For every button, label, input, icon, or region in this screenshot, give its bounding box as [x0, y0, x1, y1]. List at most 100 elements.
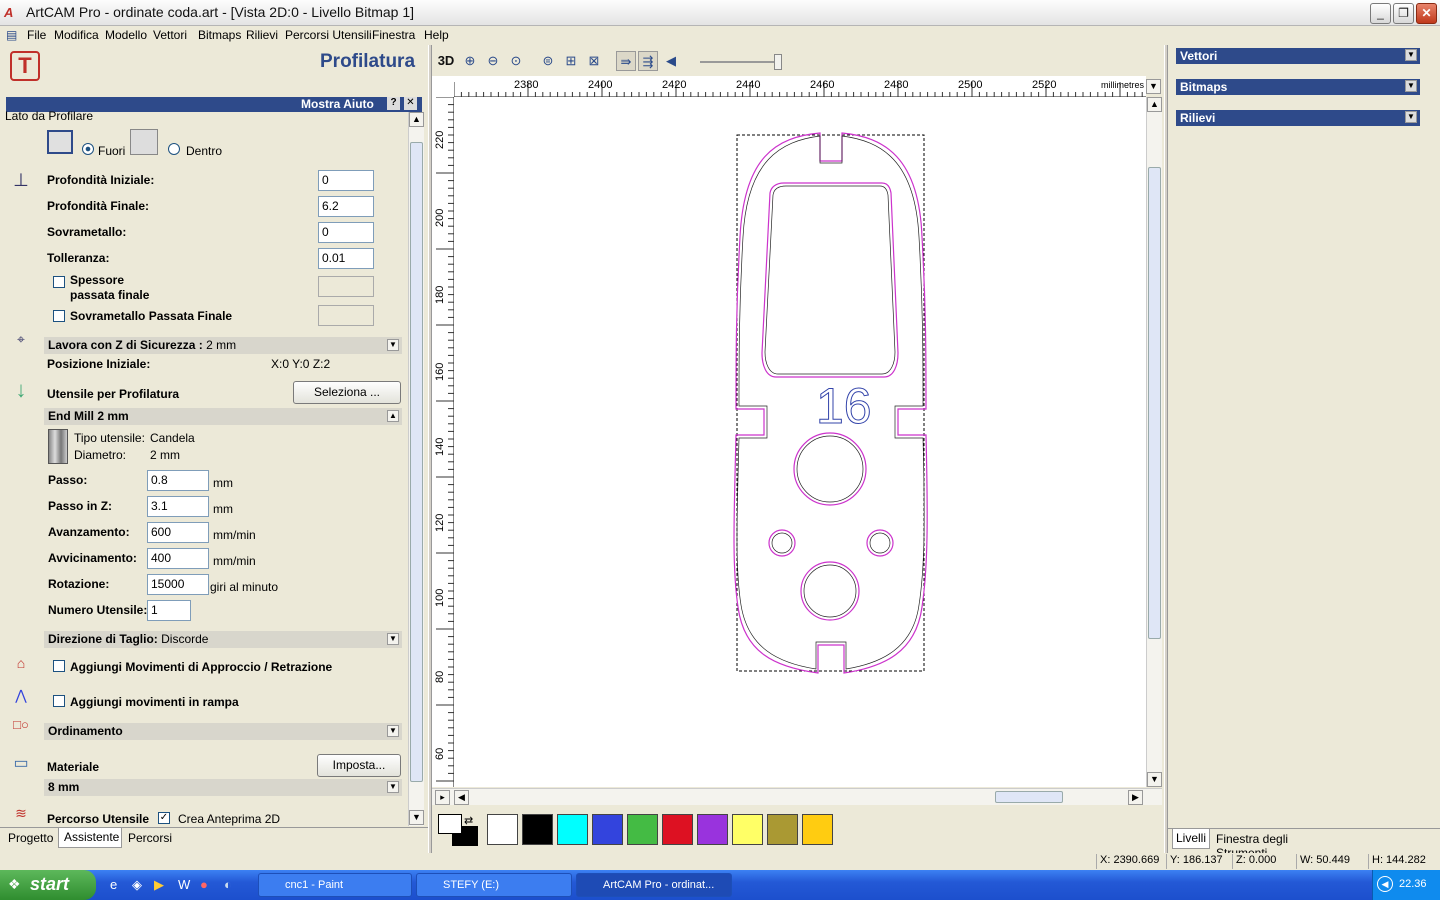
close-help-icon[interactable]: ✕	[404, 97, 417, 110]
scroll-up-icon[interactable]: ▲	[409, 112, 424, 127]
vectors-panel-header[interactable]: Vettori ▼	[1176, 48, 1420, 64]
foreground-color-swatch[interactable]	[438, 814, 462, 834]
bitmaps-panel-header[interactable]: Bitmaps ▼	[1176, 79, 1420, 95]
plunge-input[interactable]: 400	[147, 548, 209, 569]
app-icon-red[interactable]: ●	[200, 877, 208, 892]
color-swatch[interactable]	[592, 814, 623, 845]
final-pass-checkbox[interactable]	[53, 276, 65, 288]
color-swatch[interactable]	[662, 814, 693, 845]
help-label[interactable]: Mostra Aiuto	[301, 97, 374, 111]
chevron-down-icon[interactable]: ▼	[387, 633, 399, 645]
ramp-checkbox[interactable]	[53, 695, 65, 707]
allowance-input[interactable]: 0	[318, 222, 374, 243]
nav-start-icon[interactable]: ▸	[435, 790, 450, 805]
scroll-up-icon[interactable]: ▲	[1147, 97, 1162, 112]
zoom-slider-thumb[interactable]	[774, 54, 782, 70]
select-tool-button[interactable]: Seleziona ...	[293, 381, 401, 404]
color-swatch[interactable]	[627, 814, 658, 845]
taskbar-paint[interactable]: cnc1 - Paint	[258, 873, 412, 897]
zoom-out-icon[interactable]: ⊖	[483, 51, 503, 71]
drawing-canvas[interactable]: 16	[454, 97, 1146, 787]
tab-livelli[interactable]: Livelli	[1172, 829, 1210, 849]
zoom-in-icon[interactable]: ⊕	[460, 51, 480, 71]
menu-help[interactable]: Help	[424, 28, 449, 42]
color-swatch[interactable]	[767, 814, 798, 845]
ie-icon[interactable]: e	[110, 877, 117, 892]
menu-vettori[interactable]: Vettori	[153, 28, 187, 42]
restore-button[interactable]: ❐	[1393, 3, 1414, 24]
toolnum-input[interactable]: 1	[147, 600, 191, 621]
safe-z-section[interactable]: Lavora con Z di Sicurezza : 2 mm ▼	[44, 337, 402, 354]
media-player-icon[interactable]: ▶	[154, 877, 164, 893]
color-swatch[interactable]	[732, 814, 763, 845]
tab-assistente[interactable]: Assistente	[58, 828, 122, 848]
color-swatch[interactable]	[802, 814, 833, 845]
canvas-vertical-scrollbar[interactable]: ▲ ▼	[1146, 97, 1162, 787]
lead-in-checkbox[interactable]	[53, 660, 65, 672]
zoom-all-icon[interactable]: ⊠	[584, 51, 604, 71]
app-icon-blue[interactable]: ◐	[224, 877, 232, 892]
reliefs-panel-header[interactable]: Rilievi ▼	[1176, 110, 1420, 126]
snap-icon[interactable]: ⇶	[638, 51, 658, 71]
ordering-section[interactable]: Ordinamento ▼	[44, 723, 402, 740]
word-icon[interactable]: W	[178, 877, 190, 892]
cut-direction-section[interactable]: Direzione di Taglio: Discorde ▼	[44, 631, 402, 648]
doc-icon[interactable]: ▤	[6, 28, 17, 42]
zoom-fit-icon[interactable]: ⊞	[561, 51, 581, 71]
spindle-input[interactable]: 15000	[147, 574, 209, 595]
tolerance-input[interactable]: 0.01	[318, 248, 374, 269]
3d-view-button[interactable]: 3D	[436, 51, 456, 71]
menu-modifica[interactable]: Modifica	[54, 28, 99, 42]
zoom-previous-icon[interactable]: ⊜	[538, 51, 558, 71]
tab-progetto[interactable]: Progetto	[4, 830, 56, 848]
quicklaunch-icon[interactable]: ◈	[132, 877, 142, 893]
outside-radio[interactable]	[82, 143, 94, 155]
start-depth-input[interactable]: 0	[318, 170, 374, 191]
taskbar-artcam[interactable]: ArtCAM Pro - ordinat...	[576, 873, 732, 897]
artcam-app-icon[interactable]: A	[4, 5, 20, 21]
chevron-down-icon[interactable]: ▼	[1405, 111, 1417, 123]
tab-finestra-strumenti[interactable]: Finestra degli Strumenti	[1212, 831, 1342, 860]
inside-profile-icon[interactable]	[130, 129, 158, 155]
stepdown-input[interactable]: 3.1	[147, 496, 209, 517]
tray-expand-icon[interactable]: ◀	[1377, 876, 1393, 892]
final-allowance-checkbox[interactable]	[53, 310, 65, 322]
stepover-input[interactable]: 0.8	[147, 470, 209, 491]
color-swatch[interactable]	[487, 814, 518, 845]
undo-view-icon[interactable]: ◀	[661, 51, 681, 71]
chevron-up-icon[interactable]: ▲	[387, 410, 399, 422]
help-icon[interactable]: ?	[387, 97, 400, 110]
vector-drawing[interactable]: 16	[454, 97, 1146, 787]
chevron-down-icon[interactable]: ▼	[387, 781, 399, 793]
scroll-down-icon[interactable]: ▼	[1147, 772, 1162, 787]
pan-icon[interactable]: ⇛	[616, 51, 636, 71]
h-scroll-thumb[interactable]	[995, 791, 1063, 803]
chevron-down-icon[interactable]: ▼	[1405, 80, 1417, 92]
chevron-down-icon[interactable]: ▼	[387, 725, 399, 737]
preview-checkbox[interactable]: ✓	[158, 812, 170, 824]
taskbar-stefy[interactable]: STEFY (E:)	[416, 873, 572, 897]
panel-scrollbar[interactable]: ▲ ▼	[408, 112, 424, 826]
final-depth-input[interactable]: 6.2	[318, 196, 374, 217]
menu-modello[interactable]: Modello	[105, 28, 147, 42]
color-swatch[interactable]	[557, 814, 588, 845]
swap-colors-icon[interactable]: ⇄	[464, 814, 473, 827]
units-dropdown-icon[interactable]: ▼	[1146, 79, 1161, 94]
menu-percorsi-utensili[interactable]: Percorsi Utensili	[285, 28, 372, 42]
color-swatch[interactable]	[522, 814, 553, 845]
menu-file[interactable]: File	[27, 28, 46, 42]
chevron-down-icon[interactable]: ▼	[387, 339, 399, 351]
tool-section[interactable]: End Mill 2 mm ▲	[44, 408, 402, 425]
material-section[interactable]: 8 mm ▼	[44, 779, 402, 796]
scroll-right-icon[interactable]: ▶	[1128, 790, 1143, 805]
minimize-button[interactable]: _	[1370, 3, 1391, 24]
feed-input[interactable]: 600	[147, 522, 209, 543]
zoom-slider-track[interactable]	[700, 61, 780, 63]
close-button[interactable]: ✕	[1416, 3, 1437, 24]
scroll-left-icon[interactable]: ◀	[454, 790, 469, 805]
scroll-down-icon[interactable]: ▼	[409, 810, 424, 825]
tab-percorsi[interactable]: Percorsi	[124, 830, 176, 848]
scroll-thumb[interactable]	[410, 142, 423, 782]
inside-radio[interactable]	[168, 143, 180, 155]
color-swatch[interactable]	[697, 814, 728, 845]
